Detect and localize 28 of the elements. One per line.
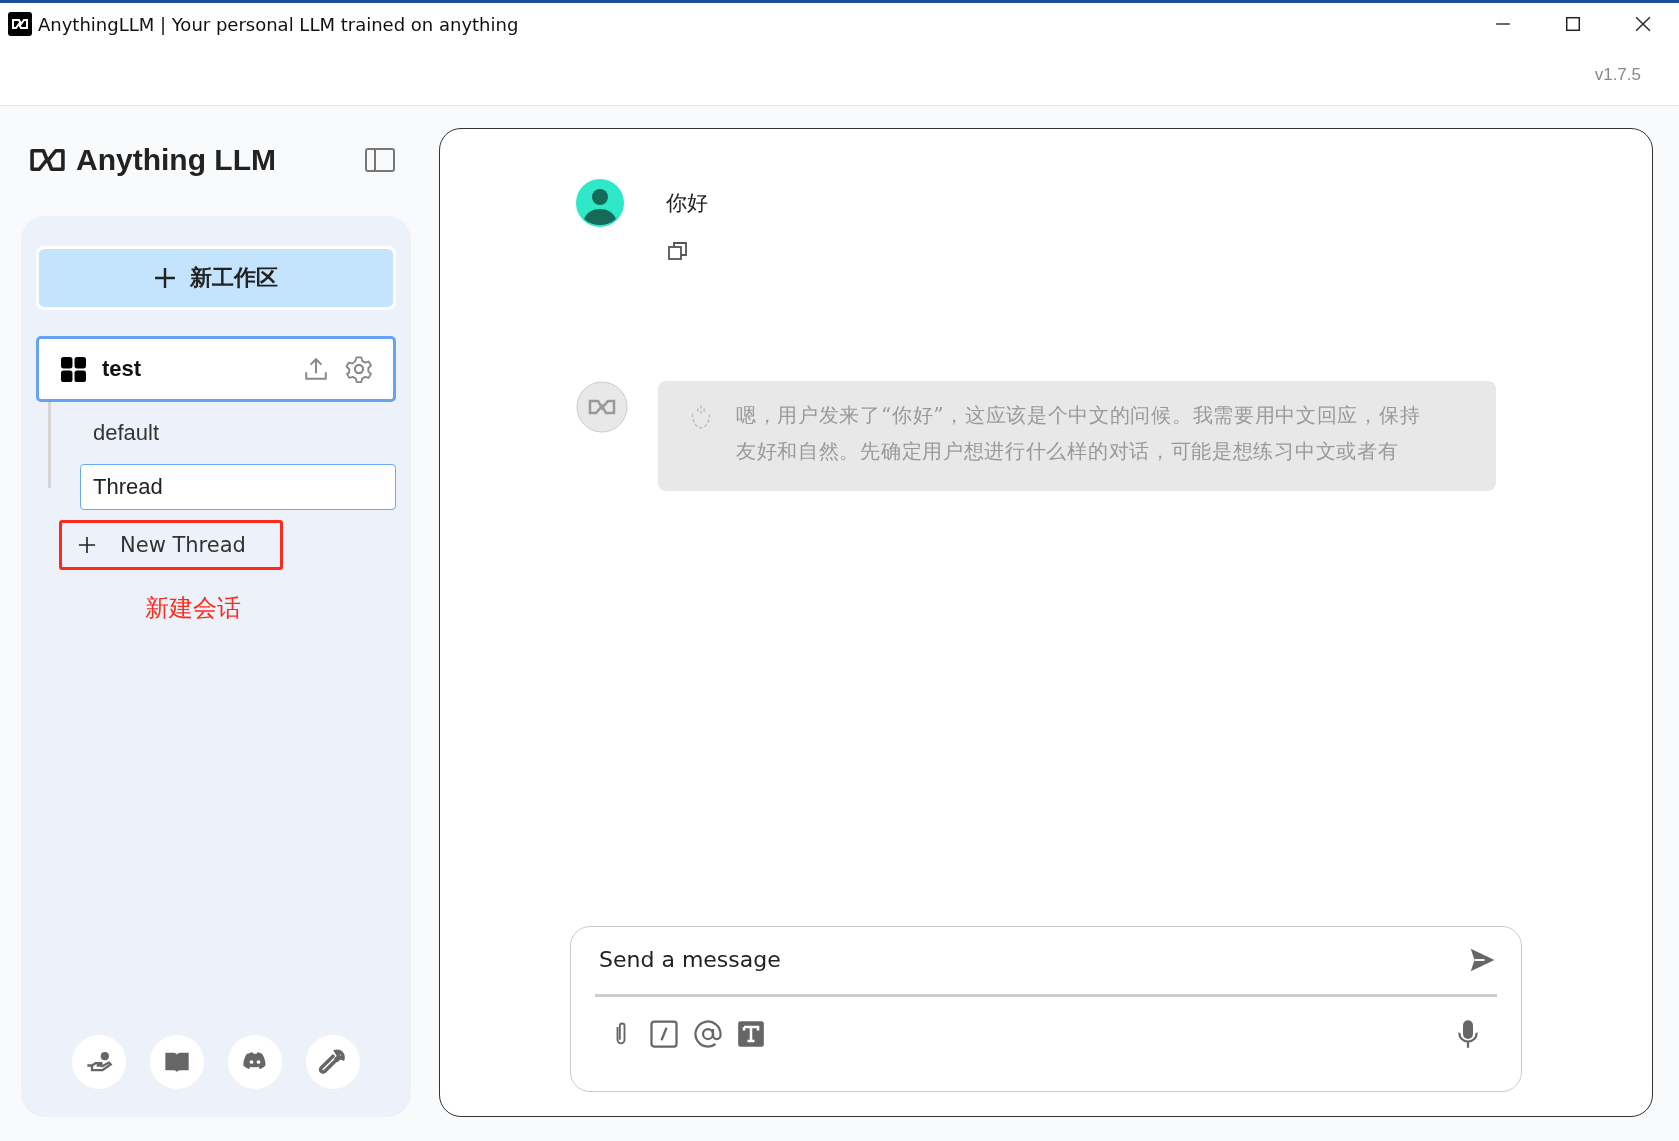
window-title: AnythingLLM | Your personal LLM trained on anything: [38, 13, 519, 35]
plus-icon: [154, 267, 176, 289]
grid-icon: [61, 356, 86, 382]
slash-command-icon[interactable]: [649, 1019, 679, 1049]
text-format-icon[interactable]: [737, 1020, 765, 1048]
copy-icon[interactable]: [666, 239, 690, 263]
version-label: v1.7.5: [1594, 65, 1641, 85]
app-logo-icon: [8, 12, 32, 36]
maximize-icon[interactable]: [1565, 16, 1581, 32]
annotation-text: 新建会话: [145, 593, 242, 623]
upload-icon[interactable]: [303, 356, 329, 382]
sidebar-toggle-icon[interactable]: [365, 148, 395, 172]
workspace-item[interactable]: test: [36, 336, 396, 402]
thinking-text: 嗯，用户发来了“你好”，这应该是个中文的问候。我需要用中文回应，保持友好和自然。先确定用户想进行什么样的对话，可能是想练习中文或者有: [736, 402, 1422, 465]
close-icon[interactable]: [1635, 16, 1651, 32]
new-thread-button[interactable]: New Thread: [68, 529, 256, 561]
thread-item[interactable]: Thread: [80, 464, 396, 510]
assistant-avatar-icon: [576, 381, 628, 433]
logo-icon: [29, 147, 66, 173]
settings-icon[interactable]: [345, 355, 373, 383]
wrench-icon: [319, 1048, 347, 1076]
user-message: 你好: [666, 190, 708, 216]
plus-icon: [78, 536, 96, 554]
new-workspace-button[interactable]: 新工作区: [36, 246, 396, 310]
thread-item[interactable]: default: [80, 410, 396, 456]
user-avatar-icon: [576, 179, 624, 227]
logo-text: Anything LLM: [76, 143, 276, 177]
at-sign-icon[interactable]: [693, 1019, 723, 1049]
